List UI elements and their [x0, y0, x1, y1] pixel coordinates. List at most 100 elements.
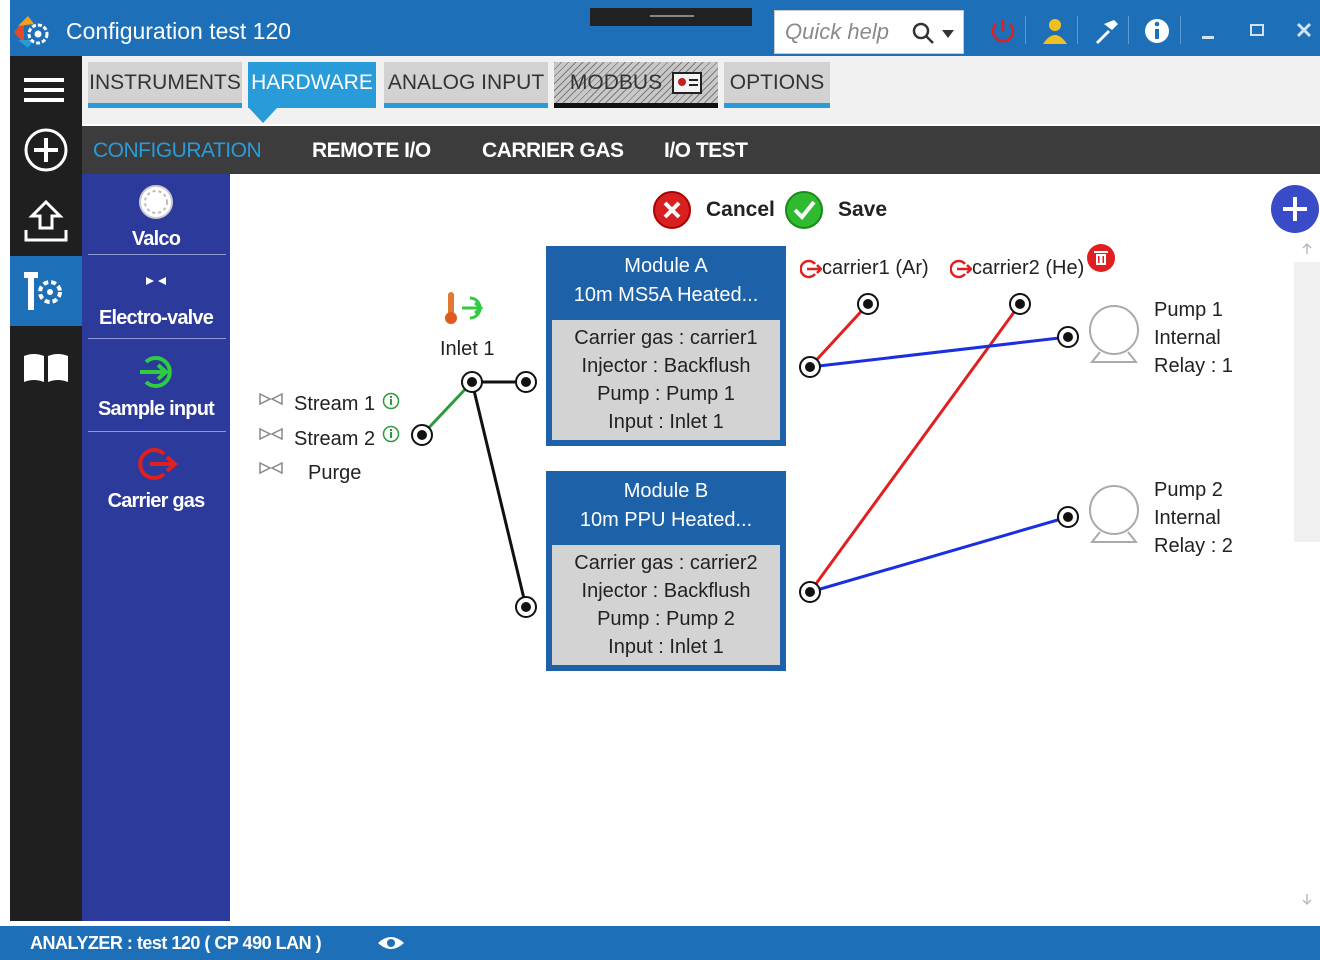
info-icon[interactable]	[1140, 14, 1174, 48]
module-pump: Pump : Pump 1	[597, 383, 735, 405]
carrier1-moduleA-line[interactable]	[808, 302, 870, 369]
tools-icon[interactable]	[1088, 14, 1122, 48]
module-title: Module B 10m PPU Heated...	[546, 471, 786, 535]
carrier-gas-icon	[950, 259, 972, 278]
scroll-down-icon[interactable]	[1300, 892, 1314, 906]
manual-button[interactable]	[10, 334, 82, 404]
search-icon[interactable]	[911, 21, 937, 47]
module-injector: Injector : Backflush	[581, 580, 751, 602]
module-details: Carrier gas : carrier1 Injector : Backfl…	[552, 320, 780, 440]
power-icon[interactable]	[986, 14, 1020, 48]
tab-instruments[interactable]: INSTRUMENTS	[88, 62, 242, 108]
tab-remote-io[interactable]: REMOTE I/O	[312, 139, 431, 163]
pump-2-info[interactable]: Pump 2 Internal Relay : 2	[1154, 476, 1233, 560]
carrier-gas-icon	[138, 448, 179, 480]
module-a[interactable]: Module A 10m MS5A Heated... Carrier gas …	[546, 246, 786, 446]
window-title: Configuration test 120	[66, 18, 292, 44]
palette-item-label: Valco	[131, 228, 181, 250]
component-palette: Valco Electro-valve Sample input Carrier…	[82, 174, 230, 921]
moduleA-pump1-line[interactable]	[809, 335, 1069, 369]
carrier-1[interactable]: carrier1 (Ar)	[800, 257, 929, 280]
chevron-down-icon[interactable]	[941, 29, 955, 39]
palette-item-valco[interactable]: Valco	[88, 182, 224, 251]
stream-1-label[interactable]: Stream 1	[294, 393, 375, 416]
port-moduleA-input[interactable]	[515, 371, 537, 393]
palette-item-sample-input[interactable]: Sample input	[88, 352, 224, 421]
hamburger-icon	[24, 78, 64, 102]
upload-icon	[24, 199, 68, 242]
analyzer-status: ANALYZER : test 120 ( CP 490 LAN )	[30, 933, 322, 953]
carrier-gas-icon	[800, 259, 822, 278]
tab-configuration[interactable]: CONFIGURATION	[93, 139, 262, 163]
moduleB-pump2-line[interactable]	[809, 515, 1069, 594]
port-inlet[interactable]	[461, 371, 483, 393]
quick-help-box[interactable]	[774, 10, 964, 54]
port-carrier1[interactable]	[857, 293, 879, 315]
book-icon	[24, 354, 68, 382]
port-moduleB-output[interactable]	[799, 581, 821, 603]
delete-icon[interactable]	[1085, 242, 1117, 274]
pump-1-info[interactable]: Pump 1 Internal Relay : 1	[1154, 296, 1233, 380]
license-icon	[672, 71, 703, 94]
pump-name: Pump 2	[1154, 479, 1223, 501]
status-bar: ANALYZER : test 120 ( CP 490 LAN )	[0, 926, 1320, 960]
tab-options[interactable]: OPTIONS	[724, 62, 830, 108]
port-moduleA-output[interactable]	[799, 356, 821, 378]
port-moduleB-input[interactable]	[515, 596, 537, 618]
module-b[interactable]: Module B 10m PPU Heated... Carrier gas :…	[546, 471, 786, 671]
upload-button[interactable]	[10, 186, 82, 256]
config-canvas[interactable]: Cancel Save Stream 1 Stream 2 Purge Inle…	[230, 174, 1320, 921]
tab-analog-input[interactable]: ANALOG INPUT	[384, 62, 548, 108]
carrier-2-label: carrier2 (He)	[972, 257, 1085, 279]
port-carrier2[interactable]	[1009, 293, 1031, 315]
port-pump2[interactable]	[1057, 506, 1079, 528]
tab-io-test[interactable]: I/O TEST	[664, 139, 748, 163]
close-icon[interactable]	[1288, 14, 1320, 48]
scrollbar-thumb[interactable]	[1294, 262, 1320, 542]
stream-2-label[interactable]: Stream 2	[294, 428, 375, 451]
tab-modbus-label: MODBUS	[569, 70, 663, 94]
palette-item-label: Electro-valve	[98, 307, 214, 329]
module-name: Module A	[624, 255, 708, 277]
inlet-label[interactable]: Inlet 1	[440, 338, 494, 361]
port-stream2[interactable]	[411, 424, 433, 446]
tab-carrier-gas[interactable]: CARRIER GAS	[482, 139, 624, 163]
valco-icon	[139, 185, 173, 219]
left-rail	[10, 56, 82, 921]
pump-1-icon[interactable]	[1084, 302, 1144, 366]
inlet-moduleB-line[interactable]	[470, 381, 528, 608]
carrier-2[interactable]: carrier2 (He)	[950, 257, 1084, 280]
info-circle-icon[interactable]	[382, 392, 400, 410]
minimize-icon[interactable]	[1194, 14, 1228, 48]
app-window: Configuration test 120 Quick help INSTRU…	[0, 0, 1320, 960]
eye-icon[interactable]	[376, 934, 406, 952]
hardware-config-button[interactable]	[10, 256, 82, 326]
module-carrier: Carrier gas : carrier1	[574, 327, 758, 349]
port-pump1[interactable]	[1057, 326, 1079, 348]
info-circle-icon[interactable]	[382, 425, 400, 443]
active-tab-pointer	[249, 108, 277, 123]
purge-label[interactable]: Purge	[308, 462, 361, 485]
tab-modbus[interactable]: MODBUS	[554, 62, 718, 108]
palette-item-carrier-gas[interactable]: Carrier gas	[88, 444, 224, 513]
quick-help-input[interactable]	[785, 19, 905, 45]
user-icon[interactable]	[1038, 14, 1072, 48]
module-input: Input : Inlet 1	[608, 636, 724, 658]
add-button[interactable]	[10, 116, 82, 186]
module-name: Module B	[623, 480, 709, 502]
palette-item-electro-valve[interactable]: Electro-valve	[88, 272, 224, 330]
pump-2-icon[interactable]	[1084, 482, 1144, 546]
palette-item-label: Sample input	[98, 398, 215, 420]
pump-name: Pump 1	[1154, 299, 1223, 321]
tab-hardware[interactable]: HARDWARE	[248, 62, 376, 108]
scroll-up-icon[interactable]	[1300, 242, 1314, 256]
pump-type: Internal	[1154, 327, 1221, 349]
electro-valve-icon	[259, 392, 283, 406]
module-column: 10m MS5A Heated...	[573, 284, 759, 306]
module-column: 10m PPU Heated...	[579, 509, 753, 531]
maximize-icon[interactable]	[1242, 14, 1276, 48]
drag-handle[interactable]	[590, 8, 752, 26]
title-bar: Configuration test 120	[0, 0, 1320, 56]
carrier-1-label: carrier1 (Ar)	[822, 257, 929, 279]
module-pump: Pump : Pump 2	[597, 608, 735, 630]
